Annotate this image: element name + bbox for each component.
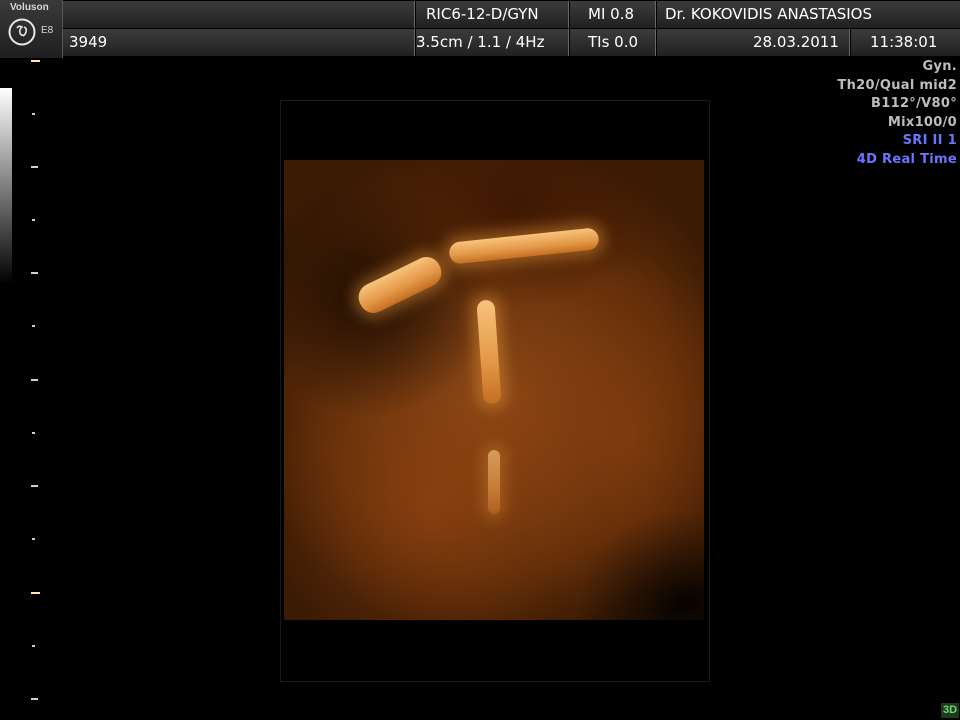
depth-frequency: 3.5cm / 1.1 / 4Hz xyxy=(416,29,569,56)
scale-tick xyxy=(32,432,35,434)
mix-setting: Mix100/0 xyxy=(887,114,957,130)
tis-value: TIs 0.0 xyxy=(570,29,656,56)
iud-right-arm xyxy=(448,227,600,265)
scale-tick xyxy=(32,113,35,115)
scale-tick xyxy=(31,698,38,700)
header-blank-cell xyxy=(63,1,415,28)
3d-render-view[interactable] xyxy=(284,160,704,620)
sri-mode: SRI II 1 xyxy=(902,133,957,149)
ge-logo-icon xyxy=(8,18,36,46)
iud-stem-lower xyxy=(488,450,500,514)
focus-marker xyxy=(31,592,40,594)
focus-marker xyxy=(31,60,40,62)
scale-tick xyxy=(31,485,38,487)
probe-label: RIC6-12-D/GYN xyxy=(416,1,569,28)
threshold-quality: Th20/Qual mid2 xyxy=(837,77,957,93)
mi-value: MI 0.8 xyxy=(570,1,656,28)
doctor-name: Dr. KOKOVIDIS ANASTASIOS xyxy=(657,1,960,28)
exam-time: 11:38:01 xyxy=(851,29,960,56)
mode-3d-badge[interactable]: 3D xyxy=(941,703,959,718)
scale-tick xyxy=(32,219,35,221)
scale-tick xyxy=(31,272,38,274)
model-label: E8 xyxy=(41,25,54,36)
brand-label: Voluson xyxy=(10,2,49,13)
iud-left-arm xyxy=(353,252,447,318)
imaging-parameters: Gyn. Th20/Qual mid2 B112°/V80° Mix100/0 … xyxy=(837,58,957,170)
scale-tick xyxy=(32,645,35,647)
exam-date: 28.03.2011 xyxy=(657,29,850,56)
scale-tick xyxy=(32,325,35,327)
sector-angles: B112°/V80° xyxy=(871,96,957,112)
header-bar: Voluson E8 RIC6-12-D/GYN MI 0.8 Dr. KOKO… xyxy=(0,0,960,58)
scale-tick xyxy=(31,379,38,381)
grayscale-bar xyxy=(0,88,12,284)
iud-stem-upper xyxy=(476,299,502,405)
scale-tick xyxy=(31,166,38,168)
patient-id: 3949 xyxy=(63,29,415,56)
logo-box: Voluson E8 xyxy=(0,0,63,58)
scale-tick xyxy=(32,538,35,540)
acquisition-mode: 4D Real Time xyxy=(856,151,957,167)
exam-type: Gyn. xyxy=(922,59,957,74)
